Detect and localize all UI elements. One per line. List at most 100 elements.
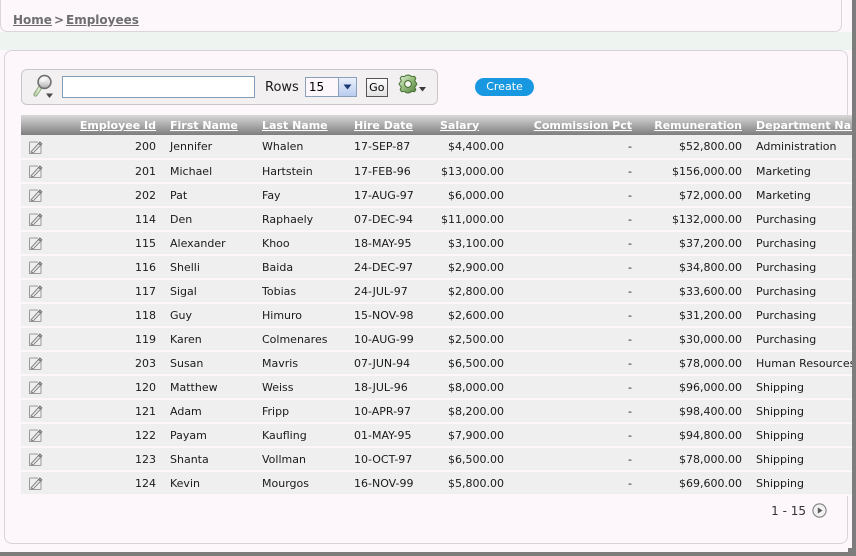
row-edit-cell[interactable] xyxy=(21,279,65,303)
row-edit-cell[interactable] xyxy=(21,375,65,399)
chevron-down-icon[interactable] xyxy=(338,78,356,96)
cell-salary: $4,400.00 xyxy=(433,135,511,159)
row-edit-cell[interactable] xyxy=(21,159,65,183)
cell-remuneration: $132,000.00 xyxy=(639,207,749,231)
column-header-employee-id[interactable]: Employee Id xyxy=(65,115,163,135)
row-edit-cell[interactable] xyxy=(21,351,65,375)
cell-salary: $2,800.00 xyxy=(433,279,511,303)
breadcrumb-item-home[interactable]: Home xyxy=(13,13,52,27)
edit-pencil-icon[interactable] xyxy=(28,307,44,323)
column-header-employee-id-label[interactable]: Employee Id xyxy=(80,119,156,132)
column-header-department-name[interactable]: Department Name xyxy=(749,115,856,135)
cell-employee-id: 120 xyxy=(65,375,163,399)
next-page-icon[interactable] xyxy=(812,503,827,518)
row-edit-cell[interactable] xyxy=(21,423,65,447)
edit-pencil-icon[interactable] xyxy=(28,139,44,155)
cell-salary: $6,500.00 xyxy=(433,351,511,375)
row-edit-cell[interactable] xyxy=(21,255,65,279)
edit-pencil-icon[interactable] xyxy=(28,187,44,203)
row-edit-cell[interactable] xyxy=(21,471,65,495)
cell-salary: $7,900.00 xyxy=(433,423,511,447)
search-input[interactable] xyxy=(62,76,255,98)
row-edit-cell[interactable] xyxy=(21,327,65,351)
column-header-department-name-label[interactable]: Department Name xyxy=(756,119,856,132)
cell-last-name: Whalen xyxy=(255,135,347,159)
row-edit-cell[interactable] xyxy=(21,183,65,207)
edit-pencil-icon[interactable] xyxy=(28,379,44,395)
cell-commission-pct: - xyxy=(511,399,639,423)
edit-pencil-icon[interactable] xyxy=(28,355,44,371)
column-header-edit xyxy=(21,115,65,135)
column-header-first-name-label[interactable]: First Name xyxy=(170,119,238,132)
cell-remuneration: $96,000.00 xyxy=(639,375,749,399)
cell-last-name: Hartstein xyxy=(255,159,347,183)
edit-pencil-icon[interactable] xyxy=(28,331,44,347)
column-header-last-name[interactable]: Last Name xyxy=(255,115,347,135)
column-header-remuneration[interactable]: Remuneration xyxy=(639,115,749,135)
row-edit-cell[interactable] xyxy=(21,399,65,423)
edit-pencil-icon[interactable] xyxy=(28,163,44,179)
edit-pencil-icon[interactable] xyxy=(28,235,44,251)
cell-last-name: Weiss xyxy=(255,375,347,399)
cell-department-name: Marketing xyxy=(749,159,856,183)
application-window: Home>Employees xyxy=(0,0,856,556)
magnifier-icon[interactable] xyxy=(30,73,60,101)
cell-department-name: Purchasing xyxy=(749,231,856,255)
table-body: 200JenniferWhalen17-SEP-87$4,400.00-$52,… xyxy=(21,135,856,495)
breadcrumb-region: Home>Employees xyxy=(0,0,842,32)
row-edit-cell[interactable] xyxy=(21,231,65,255)
row-edit-cell[interactable] xyxy=(21,447,65,471)
cell-department-name: Shipping xyxy=(749,375,856,399)
table-row: 115AlexanderKhoo18-MAY-95$3,100.00-$37,2… xyxy=(21,231,856,255)
column-header-first-name[interactable]: First Name xyxy=(163,115,255,135)
cell-first-name: Michael xyxy=(163,159,255,183)
cell-first-name: Matthew xyxy=(163,375,255,399)
cell-salary: $8,000.00 xyxy=(433,375,511,399)
column-header-salary-label[interactable]: Salary xyxy=(440,119,479,132)
cell-first-name: Guy xyxy=(163,303,255,327)
window-corner xyxy=(848,548,852,552)
row-edit-cell[interactable] xyxy=(21,303,65,327)
column-header-salary[interactable]: Salary xyxy=(433,115,511,135)
rows-select[interactable]: 15 xyxy=(305,77,357,97)
edit-pencil-icon[interactable] xyxy=(28,403,44,419)
table-row: 119KarenColmenares10-AUG-99$2,500.00-$30… xyxy=(21,327,856,351)
cell-remuneration: $37,200.00 xyxy=(639,231,749,255)
cell-employee-id: 122 xyxy=(65,423,163,447)
cell-employee-id: 115 xyxy=(65,231,163,255)
cell-remuneration: $30,000.00 xyxy=(639,327,749,351)
row-edit-cell[interactable] xyxy=(21,135,65,159)
gear-icon[interactable] xyxy=(397,74,429,100)
table-row: 117SigalTobias24-JUL-97$2,800.00-$33,600… xyxy=(21,279,856,303)
column-header-commission-pct-label[interactable]: Commission Pct xyxy=(534,119,632,132)
breadcrumb-item-employees[interactable]: Employees xyxy=(66,13,139,27)
column-header-hire-date[interactable]: Hire Date xyxy=(347,115,433,135)
cell-last-name: Fripp xyxy=(255,399,347,423)
cell-employee-id: 123 xyxy=(65,447,163,471)
edit-pencil-icon[interactable] xyxy=(28,451,44,467)
cell-first-name: Payam xyxy=(163,423,255,447)
edit-pencil-icon[interactable] xyxy=(28,427,44,443)
create-button[interactable]: Create xyxy=(475,78,534,96)
edit-pencil-icon[interactable] xyxy=(28,211,44,227)
edit-pencil-icon[interactable] xyxy=(28,475,44,491)
cell-department-name: Shipping xyxy=(749,423,856,447)
column-header-hire-date-label[interactable]: Hire Date xyxy=(354,119,413,132)
cell-last-name: Khoo xyxy=(255,231,347,255)
column-header-commission-pct[interactable]: Commission Pct xyxy=(511,115,639,135)
edit-pencil-icon[interactable] xyxy=(28,283,44,299)
rows-select-value: 15 xyxy=(309,80,324,94)
column-header-remuneration-label[interactable]: Remuneration xyxy=(654,119,742,132)
edit-pencil-icon[interactable] xyxy=(28,259,44,275)
cell-commission-pct: - xyxy=(511,351,639,375)
cell-hire-date: 01-MAY-95 xyxy=(347,423,433,447)
cell-first-name: Shelli xyxy=(163,255,255,279)
table-row: 116ShelliBaida24-DEC-97$2,900.00-$34,800… xyxy=(21,255,856,279)
cell-last-name: Fay xyxy=(255,183,347,207)
pagination: 1 - 15 xyxy=(771,503,827,518)
cell-department-name: Purchasing xyxy=(749,303,856,327)
go-button[interactable]: Go xyxy=(366,78,388,97)
table-row: 124KevinMourgos16-NOV-99$5,800.00-$69,60… xyxy=(21,471,856,495)
column-header-last-name-label[interactable]: Last Name xyxy=(262,119,328,132)
row-edit-cell[interactable] xyxy=(21,207,65,231)
